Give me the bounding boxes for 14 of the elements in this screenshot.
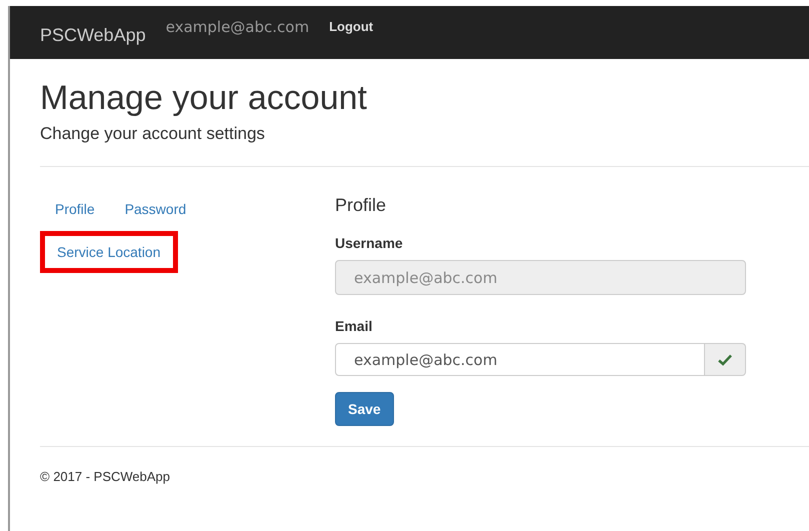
nav-link[interactable]: Service Location: [40, 231, 178, 273]
footer-text: © 2017 - PSCWebApp: [40, 469, 172, 484]
field-label: Username: [335, 235, 404, 251]
page-subtitle: Change your account settings: [40, 124, 266, 144]
checkmark-icon: [718, 354, 732, 366]
nav-link[interactable]: Password: [110, 199, 202, 219]
save-button[interactable]: Save: [335, 392, 394, 426]
user-email: example@abc.com: [166, 18, 310, 36]
page-title: Manage your account: [40, 78, 368, 118]
field-label: Email: [335, 318, 374, 334]
logout-link[interactable]: Logout: [329, 19, 374, 34]
brand-link[interactable]: PSCWebApp: [40, 25, 146, 46]
form-heading: Profile: [335, 195, 388, 216]
nav-link[interactable]: Profile: [40, 199, 110, 219]
